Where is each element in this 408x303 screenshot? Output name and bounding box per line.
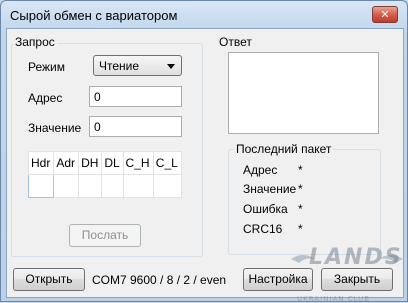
close-window-button[interactable]: ✕ (372, 6, 398, 23)
table-cell-ch[interactable] (122, 174, 154, 198)
value-label: Значение (28, 121, 82, 135)
table-cell-dl[interactable] (101, 174, 124, 198)
packet-value-label: Значение (243, 182, 297, 196)
packet-value-value: * (298, 182, 303, 196)
address-input[interactable]: 0 (89, 86, 182, 107)
table-header-hdr: Hdr (27, 151, 55, 175)
packet-crc-value: * (298, 222, 303, 236)
window-title: Сырой обмен с вариатором (10, 8, 178, 23)
packet-error-value: * (298, 202, 303, 216)
mode-select-value: Чтение (99, 59, 140, 73)
table-header-dl: DL (101, 151, 124, 175)
dialog-window: Сырой обмен с вариатором ✕ Запрос Режим … (0, 0, 408, 303)
packet-table[interactable]: Hdr Adr DH DL C_H C_L (27, 151, 183, 198)
title-bar[interactable]: Сырой обмен с вариатором ✕ (1, 1, 407, 29)
open-port-button[interactable]: Открыть (13, 268, 85, 291)
table-cell-cl[interactable] (152, 174, 183, 198)
table-cell-hdr[interactable] (27, 174, 55, 198)
table-header-cl: C_L (152, 151, 183, 175)
table-cell-adr[interactable] (53, 174, 80, 198)
table-row[interactable] (27, 174, 183, 198)
request-group-label: Запрос (13, 35, 57, 49)
packet-crc-label: CRC16 (243, 222, 283, 236)
response-textbox[interactable] (228, 52, 379, 134)
mode-select[interactable]: Чтение (93, 55, 182, 76)
response-group-label: Ответ (217, 35, 254, 49)
mode-label: Режим (28, 60, 65, 74)
chevron-down-icon (167, 64, 175, 69)
address-label: Адрес (28, 91, 63, 105)
table-cell-dh[interactable] (78, 174, 103, 198)
packet-error-label: Ошибка (243, 202, 288, 216)
watermark-text: LANDS (309, 245, 403, 270)
last-packet-group-label: Последний пакет (234, 142, 334, 156)
table-header-dh: DH (78, 151, 103, 175)
packet-address-label: Адрес (243, 163, 278, 177)
packet-address-value: * (298, 163, 303, 177)
send-button[interactable]: Послать (69, 224, 141, 247)
table-header-adr: Adr (53, 151, 80, 175)
value-input[interactable]: 0 (89, 116, 182, 137)
packet-table-header-row: Hdr Adr DH DL C_H C_L (27, 151, 183, 175)
port-status-text: COM7 9600 / 8 / 2 / even (92, 273, 227, 287)
table-header-ch: C_H (122, 151, 154, 175)
watermark-logo: LANDS UKRAINIAN CLUB (289, 245, 405, 303)
